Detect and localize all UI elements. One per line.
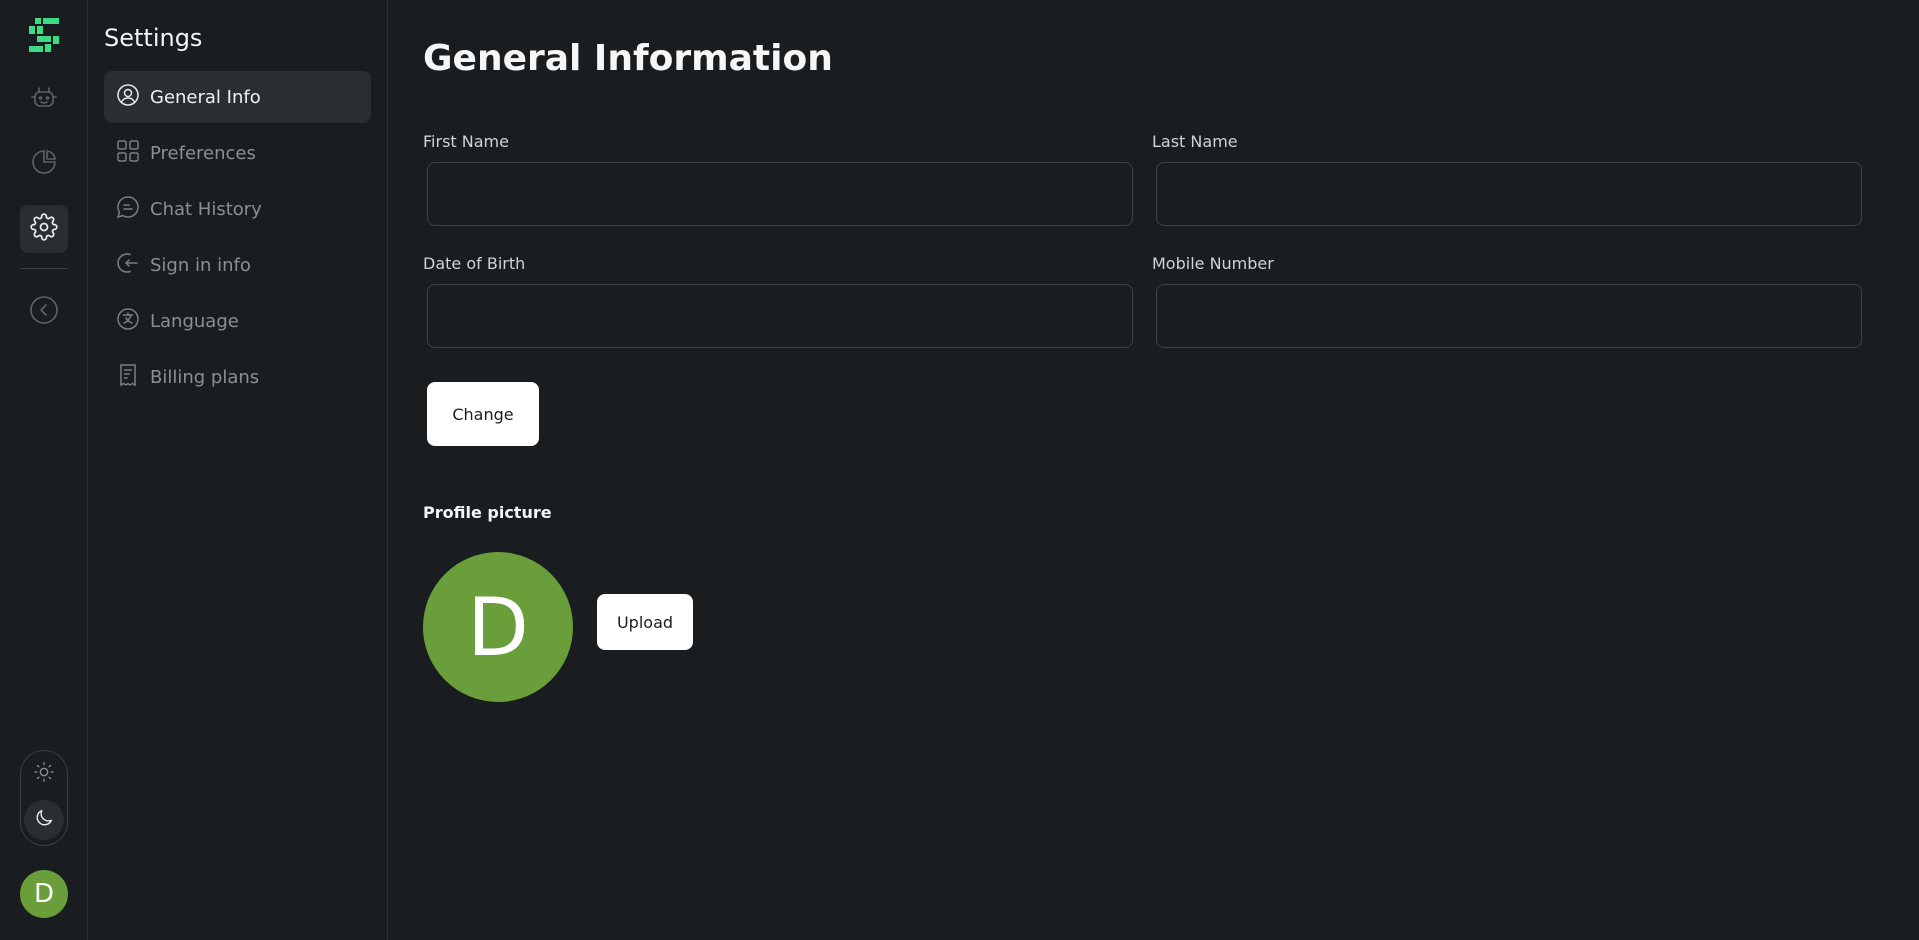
date-of-birth-label: Date of Birth: [423, 254, 526, 273]
settings-item-billing-plans[interactable]: Billing plans: [104, 351, 371, 403]
last-name-input[interactable]: [1156, 162, 1862, 226]
avatar-initial: D: [33, 879, 55, 909]
rail-bot-button[interactable]: [20, 76, 68, 124]
receipt-icon: [116, 363, 140, 392]
rail-divider: [20, 268, 68, 269]
profile-avatar: D: [423, 552, 573, 702]
light-theme-button[interactable]: [24, 754, 64, 794]
gear-icon: [30, 213, 58, 245]
theme-toggle: [20, 750, 68, 846]
settings-item-label: Preferences: [150, 142, 256, 164]
settings-item-label: Sign in info: [150, 254, 251, 276]
change-button[interactable]: Change: [427, 382, 539, 446]
settings-item-label: Billing plans: [150, 366, 260, 388]
profile-avatar-initial: D: [467, 580, 529, 674]
settings-item-sign-in-info[interactable]: Sign in info: [104, 239, 371, 291]
grid-icon: [116, 139, 140, 168]
settings-item-preferences[interactable]: Preferences: [104, 127, 371, 179]
icon-rail: D: [0, 0, 88, 940]
sign-in-icon: [116, 251, 140, 280]
chat-bubble-icon: [116, 195, 140, 224]
collapse-sidebar-button[interactable]: [20, 288, 68, 336]
dark-theme-button[interactable]: [24, 800, 64, 840]
first-name-input[interactable]: [427, 162, 1133, 226]
robot-icon: [30, 84, 58, 116]
settings-sidebar: Settings General Info Preferences Chat H…: [88, 0, 388, 940]
user-circle-icon: [116, 83, 140, 112]
settings-item-label: General Info: [150, 86, 261, 108]
moon-icon: [33, 807, 55, 833]
settings-item-label: Chat History: [150, 198, 262, 220]
pie-chart-icon: [30, 148, 58, 180]
settings-item-label: Language: [150, 310, 239, 332]
date-of-birth-input[interactable]: [427, 284, 1133, 348]
language-icon: [116, 307, 140, 336]
rail-settings-button[interactable]: [20, 205, 68, 253]
settings-item-general-info[interactable]: General Info: [104, 71, 371, 123]
chevron-left-circle-icon: [29, 295, 59, 329]
main-content: General Information First Name Last Name…: [389, 0, 1919, 940]
app-root: D Settings General Info Preferences Chat…: [0, 0, 1919, 940]
upload-button[interactable]: Upload: [597, 594, 693, 650]
profile-picture-label: Profile picture: [423, 503, 552, 522]
page-title: General Information: [423, 38, 833, 79]
brand-logo-icon[interactable]: [29, 18, 59, 52]
settings-item-chat-history[interactable]: Chat History: [104, 183, 371, 235]
mobile-number-input[interactable]: [1156, 284, 1862, 348]
sun-icon: [33, 761, 55, 787]
user-avatar[interactable]: D: [20, 870, 68, 918]
settings-item-language[interactable]: Language: [104, 295, 371, 347]
rail-analytics-button[interactable]: [20, 140, 68, 188]
settings-title: Settings: [104, 24, 203, 52]
first-name-label: First Name: [423, 132, 509, 151]
last-name-label: Last Name: [1152, 132, 1238, 151]
mobile-number-label: Mobile Number: [1152, 254, 1274, 273]
